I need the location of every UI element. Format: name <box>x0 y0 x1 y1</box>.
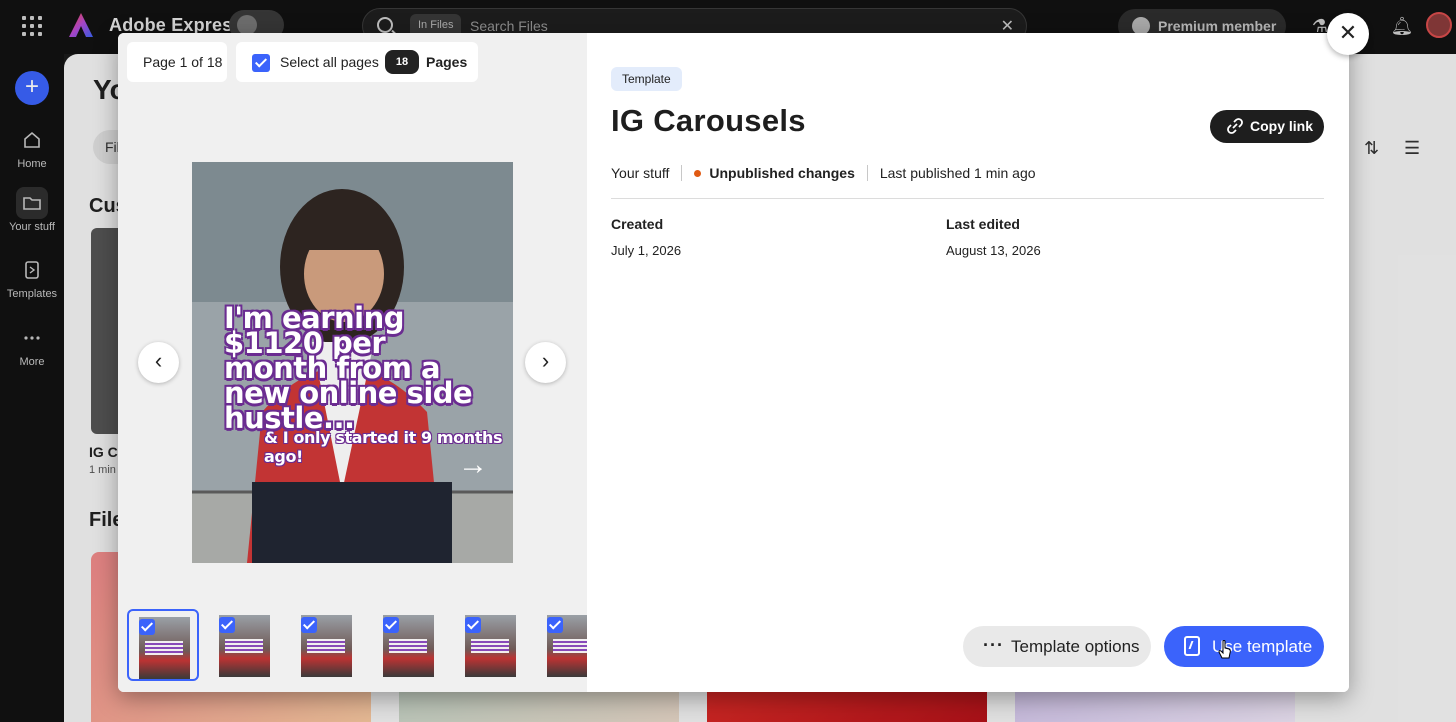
pages-label: Pages <box>426 54 468 70</box>
page-checkbox[interactable] <box>465 617 481 633</box>
select-all-control: Select all pages 18 Pages <box>236 42 478 82</box>
last-published-text: Last published 1 min ago <box>879 165 1036 181</box>
more-dots-icon: ··· <box>983 635 1004 655</box>
use-template-button[interactable]: Use template <box>1164 626 1324 667</box>
preview-pane: Page 1 of 18 Select all pages 18 Pages I… <box>118 33 587 692</box>
section-divider <box>611 198 1324 199</box>
divider <box>866 165 868 181</box>
template-details-dialog: Page 1 of 18 Select all pages 18 Pages I… <box>118 33 1349 692</box>
preview-arrow: → <box>458 448 488 481</box>
select-all-checkbox[interactable] <box>252 54 270 72</box>
status-text: Unpublished changes <box>709 165 855 181</box>
page-checkbox[interactable] <box>547 617 563 633</box>
page-checkbox[interactable] <box>301 617 317 633</box>
template-bolt-icon <box>1184 636 1200 656</box>
close-dialog-button[interactable]: ✕ <box>1327 13 1369 55</box>
page-checkbox[interactable] <box>139 619 155 635</box>
page-indicator-label: Page 1 of 18 <box>143 54 223 70</box>
hand-cursor-icon <box>1218 640 1231 659</box>
copy-link-label: Copy link <box>1250 118 1314 134</box>
select-all-label: Select all pages <box>280 54 379 70</box>
page-thumbnail[interactable] <box>537 609 587 681</box>
meta-row: Your stuff Unpublished changes Last publ… <box>611 165 1036 181</box>
close-icon: ✕ <box>1338 20 1358 45</box>
preview-headline: I'm earning $1120 per month from a new o… <box>224 301 473 435</box>
page-checkbox[interactable] <box>383 617 399 633</box>
last-edited-label: Last edited <box>946 216 1020 232</box>
page-thumbnails <box>127 609 587 683</box>
page-indicator: Page 1 of 18 <box>127 42 227 82</box>
page-thumbnail[interactable] <box>127 609 199 681</box>
created-value: July 1, 2026 <box>611 243 682 258</box>
chevron-left-icon: ‹ <box>154 348 163 373</box>
link-icon <box>1227 118 1243 134</box>
chevron-right-icon: › <box>541 348 550 373</box>
last-edited-value: August 13, 2026 <box>946 243 1041 258</box>
status-dot-icon <box>694 169 702 177</box>
page-checkbox[interactable] <box>219 617 235 633</box>
template-title: IG Carousels <box>611 103 806 138</box>
page-thumbnail[interactable] <box>455 609 527 681</box>
copy-link-button[interactable]: Copy link <box>1210 110 1324 143</box>
location-link[interactable]: Your stuff <box>611 165 669 181</box>
page-thumbnail[interactable] <box>291 609 363 681</box>
details-pane: Template IG Carousels Copy link Your stu… <box>587 33 1349 692</box>
next-page-button[interactable]: › <box>525 342 566 383</box>
previous-page-button[interactable]: ‹ <box>138 342 179 383</box>
template-options-button[interactable]: ··· Template options <box>963 626 1151 667</box>
type-tag: Template <box>611 67 682 91</box>
template-options-label: Template options <box>1011 637 1140 656</box>
page-thumbnail[interactable] <box>209 609 281 681</box>
divider <box>681 165 683 181</box>
selected-count-badge: 18 <box>385 50 419 74</box>
page-preview: I'm earning $1120 per month from a new o… <box>192 162 513 563</box>
page-thumbnail[interactable] <box>373 609 445 681</box>
created-label: Created <box>611 216 664 232</box>
